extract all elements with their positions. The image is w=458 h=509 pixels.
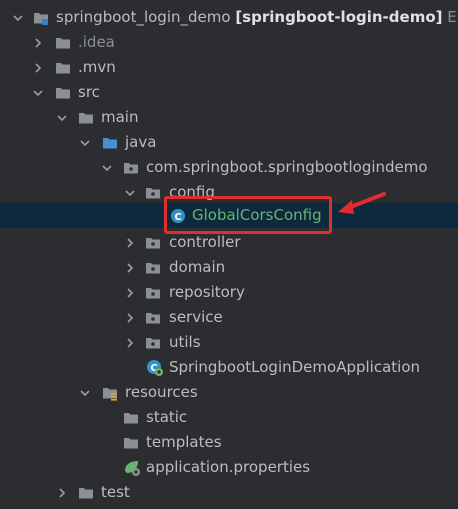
chevron-right-icon[interactable]: [30, 30, 46, 55]
tree-row-main[interactable]: main: [0, 105, 458, 130]
tree-row-root[interactable]: springboot_login_demo [springboot-login-…: [0, 5, 458, 30]
tree-item-label: utils: [169, 333, 201, 351]
resources-folder-icon: [102, 384, 118, 401]
folder-icon: [55, 84, 71, 100]
source-folder-icon: [102, 134, 118, 150]
tree-item-label: .idea: [78, 33, 115, 51]
chevron-down-icon[interactable]: [77, 380, 93, 405]
tree-item-label: src: [78, 83, 100, 101]
folder-icon: [78, 484, 94, 500]
folder-icon: [55, 59, 71, 75]
tree-row-idea[interactable]: .idea: [0, 30, 458, 55]
tree-item-label: repository: [169, 283, 245, 301]
tree-row-utils[interactable]: utils: [0, 330, 458, 355]
chevron-down-icon[interactable]: [54, 105, 70, 130]
tree-item-label: templates: [146, 433, 222, 451]
highlight-box: [164, 196, 332, 234]
chevron-down-icon[interactable]: [77, 130, 93, 155]
tree-item-label: com.springboot.springbootlogindemo: [146, 158, 428, 176]
module-folder-icon: [33, 9, 49, 25]
tree-item-label: static: [146, 408, 188, 426]
package-icon: [145, 259, 161, 275]
chevron-down-icon[interactable]: [10, 5, 26, 30]
tree-item-label: test: [101, 483, 130, 501]
chevron-right-icon[interactable]: [122, 330, 138, 355]
package-icon: [145, 284, 161, 300]
package-icon: [145, 184, 161, 200]
chevron-right-icon[interactable]: [122, 280, 138, 305]
package-icon: [123, 159, 139, 175]
chevron-down-icon[interactable]: [30, 80, 46, 105]
tree-row-java[interactable]: java: [0, 130, 458, 155]
tree-item-label: resources: [125, 383, 198, 401]
chevron-right-icon[interactable]: [30, 55, 46, 80]
tree-item-label: service: [169, 308, 223, 326]
tree-item-label: java: [125, 133, 157, 151]
tree-row-application-class[interactable]: C SpringbootLoginDemoApplication: [0, 355, 458, 380]
tree-row-resources[interactable]: resources: [0, 380, 458, 405]
folder-icon: [55, 34, 71, 50]
folder-icon: [123, 409, 139, 425]
package-icon: [145, 234, 161, 250]
tree-row-static[interactable]: static: [0, 405, 458, 430]
spring-properties-icon: [123, 459, 140, 476]
root-module: [springboot-login-demo]: [235, 8, 443, 26]
chevron-right-icon[interactable]: [122, 305, 138, 330]
tree-row-repository[interactable]: repository: [0, 280, 458, 305]
tree-row-templates[interactable]: templates: [0, 430, 458, 455]
package-icon: [145, 334, 161, 350]
folder-icon: [123, 434, 139, 450]
chevron-down-icon[interactable]: [122, 180, 138, 205]
tree-row-service[interactable]: service: [0, 305, 458, 330]
tree-row-src[interactable]: src: [0, 80, 458, 105]
annotation-arrow-icon: [338, 192, 386, 214]
tree-item-label: domain: [169, 258, 226, 276]
folder-icon: [78, 109, 94, 125]
root-path: E:\2: [447, 8, 458, 26]
chevron-right-icon[interactable]: [122, 230, 138, 255]
spring-boot-class-icon: C: [146, 359, 163, 376]
tree-item-label: SpringbootLoginDemoApplication: [169, 358, 421, 376]
tree-row-package[interactable]: com.springboot.springbootlogindemo: [0, 155, 458, 180]
tree-row-application-properties[interactable]: application.properties: [0, 455, 458, 480]
tree-item-label: .mvn: [78, 58, 116, 76]
tree-row-mvn[interactable]: .mvn: [0, 55, 458, 80]
tree-row-domain[interactable]: domain: [0, 255, 458, 280]
root-name: springboot_login_demo: [56, 8, 231, 26]
tree-row-test[interactable]: test: [0, 480, 458, 505]
package-icon: [145, 309, 161, 325]
project-tree: springboot_login_demo [springboot-login-…: [0, 0, 458, 504]
chevron-right-icon[interactable]: [122, 255, 138, 280]
chevron-down-icon[interactable]: [99, 155, 115, 180]
tree-item-label: main: [101, 108, 139, 126]
chevron-right-icon[interactable]: [54, 480, 70, 505]
tree-item-label: application.properties: [146, 458, 311, 476]
